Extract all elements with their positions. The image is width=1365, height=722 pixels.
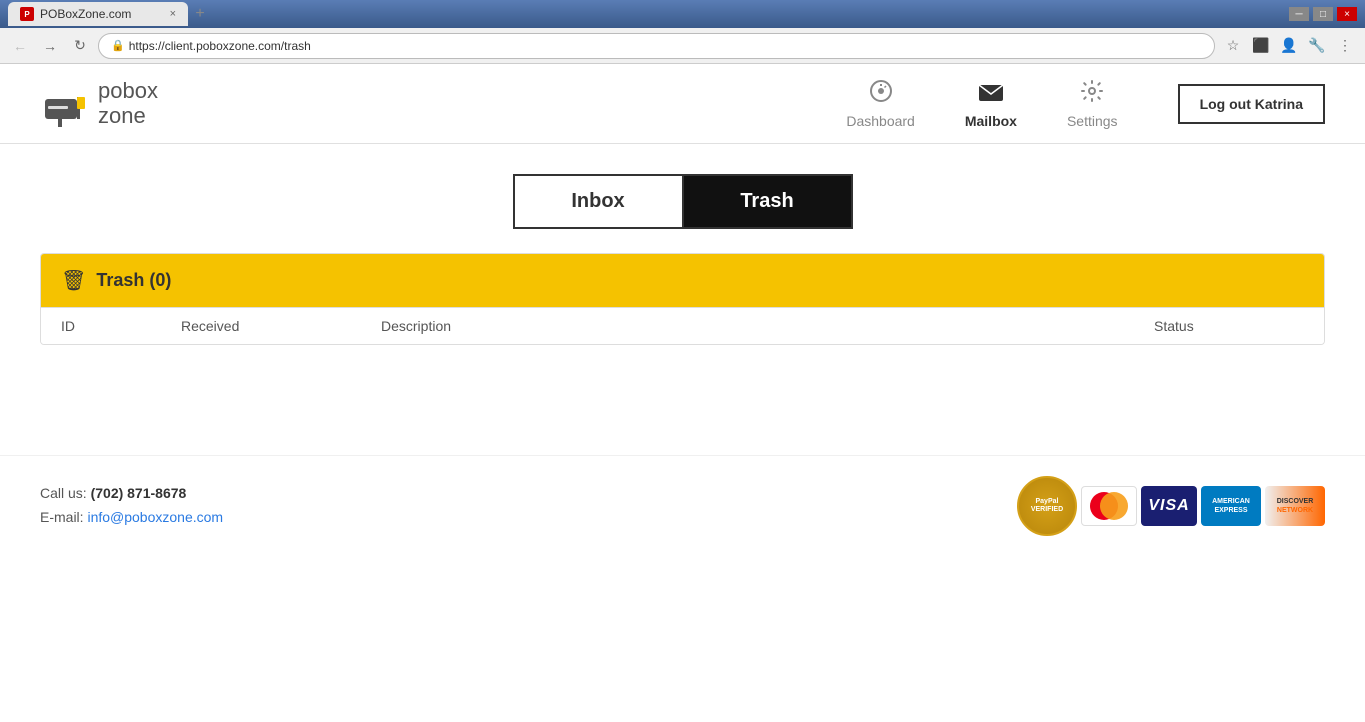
- forward-button[interactable]: →: [38, 34, 62, 58]
- trash-table-header: ID Received Description Status: [41, 307, 1324, 344]
- new-tab-button[interactable]: +: [188, 2, 212, 26]
- address-bar[interactable]: 🔒 https://client.poboxzone.com/trash: [98, 33, 1215, 59]
- trash-section: 🗑 Trash (0) ID Received Description Stat…: [40, 253, 1325, 345]
- settings-icon: [1080, 79, 1104, 109]
- settings-label: Settings: [1067, 113, 1118, 129]
- tab-favicon: P: [20, 7, 34, 21]
- browser-chrome: P POBoxZone.com × + ─ □ × ← → ↻ 🔒 https:…: [0, 0, 1365, 64]
- logo-text: pobox zone: [98, 79, 158, 127]
- paypal-text: PayPalVERIFIED: [1031, 498, 1063, 515]
- trash-section-header: 🗑 Trash (0): [41, 254, 1324, 307]
- phone-number: (702) 871-8678: [91, 485, 187, 501]
- nav-dashboard[interactable]: Dashboard: [846, 79, 915, 129]
- tab-title: POBoxZone.com: [40, 7, 131, 21]
- profile-icon[interactable]: 👤: [1277, 34, 1301, 58]
- col-status: Status: [1154, 318, 1304, 334]
- logo-icon: [40, 79, 90, 129]
- email-link[interactable]: info@poboxzone.com: [87, 509, 223, 525]
- bookmark-icon[interactable]: ☆: [1221, 34, 1245, 58]
- visa-text: VISA: [1148, 497, 1189, 515]
- dashboard-label: Dashboard: [846, 113, 915, 129]
- reload-button[interactable]: ↻: [68, 34, 92, 58]
- mastercard-badge: [1081, 486, 1137, 526]
- mc-orange-circle: [1100, 492, 1128, 520]
- mailbox-label: Mailbox: [965, 113, 1017, 129]
- trash-title: Trash (0): [96, 270, 171, 291]
- inbox-tab[interactable]: Inbox: [513, 174, 683, 229]
- dashboard-icon: [869, 79, 893, 109]
- url-text: https://client.poboxzone.com/trash: [129, 39, 311, 53]
- mail-tabs: Inbox Trash: [40, 174, 1325, 229]
- payment-icons: PayPalVERIFIED VISA AMERICANEXPRESS DISC…: [1017, 476, 1325, 536]
- call-prefix: Call us:: [40, 485, 91, 501]
- logo-area: pobox zone: [40, 79, 158, 129]
- close-button[interactable]: ×: [1337, 7, 1357, 21]
- menu-icon[interactable]: ⋮: [1333, 34, 1357, 58]
- site-footer: Call us: (702) 871-8678 E-mail: info@pob…: [0, 455, 1365, 556]
- browser-titlebar: P POBoxZone.com × + ─ □ ×: [0, 0, 1365, 28]
- col-description: Description: [381, 318, 1154, 334]
- lock-icon: 🔒: [111, 39, 125, 52]
- window-controls: ─ □ ×: [1289, 7, 1357, 21]
- tab-close-icon[interactable]: ×: [170, 8, 176, 20]
- logout-button[interactable]: Log out Katrina: [1178, 84, 1325, 124]
- col-id: ID: [61, 318, 181, 334]
- nav-settings[interactable]: Settings: [1067, 79, 1118, 129]
- extension-icon[interactable]: ⬛: [1249, 34, 1273, 58]
- main-content: Inbox Trash 🗑 Trash (0) ID Received Desc…: [0, 144, 1365, 415]
- discover-badge: DISCOVERNETWORK: [1265, 486, 1325, 526]
- paypal-badge: PayPalVERIFIED: [1017, 476, 1077, 536]
- back-button[interactable]: ←: [8, 34, 32, 58]
- minimize-button[interactable]: ─: [1289, 7, 1309, 21]
- site-header: pobox zone Dashboard: [0, 64, 1365, 144]
- extension2-icon[interactable]: 🔧: [1305, 34, 1329, 58]
- trash-tab[interactable]: Trash: [683, 174, 853, 229]
- col-received: Received: [181, 318, 381, 334]
- amex-text: AMERICANEXPRESS: [1212, 497, 1250, 515]
- trash-icon: 🗑: [61, 268, 86, 293]
- discover-text: DISCOVERNETWORK: [1277, 497, 1314, 515]
- visa-badge: VISA: [1141, 486, 1197, 526]
- browser-actions: ☆ ⬛ 👤 🔧 ⋮: [1221, 34, 1357, 58]
- page-content: pobox zone Dashboard: [0, 64, 1365, 722]
- footer-phone-line: Call us: (702) 871-8678: [40, 482, 223, 506]
- amex-badge: AMERICANEXPRESS: [1201, 486, 1261, 526]
- nav-mailbox[interactable]: Mailbox: [965, 79, 1017, 129]
- browser-controls: ← → ↻ 🔒 https://client.poboxzone.com/tra…: [0, 28, 1365, 64]
- mailbox-icon: [977, 79, 1005, 109]
- footer-contact: Call us: (702) 871-8678 E-mail: info@pob…: [40, 482, 223, 530]
- maximize-button[interactable]: □: [1313, 7, 1333, 21]
- email-prefix: E-mail:: [40, 509, 87, 525]
- main-nav: Dashboard Mailbox Sett: [846, 79, 1117, 129]
- browser-tab[interactable]: P POBoxZone.com ×: [8, 2, 188, 26]
- footer-email-line: E-mail: info@poboxzone.com: [40, 506, 223, 530]
